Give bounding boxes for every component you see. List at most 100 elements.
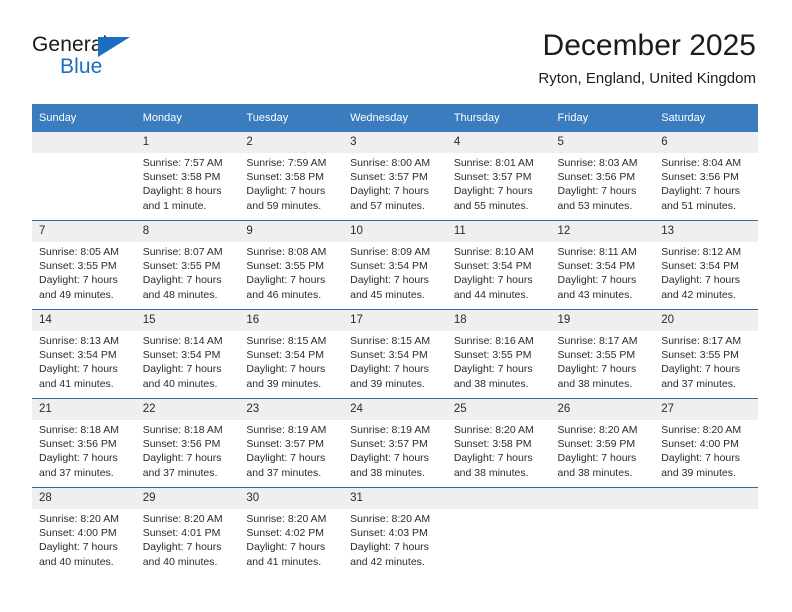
calendar-day-cell[interactable]: 3 Sunrise: 8:00 AM Sunset: 3:57 PM Daylight… bbox=[343, 132, 447, 221]
calendar-day-cell[interactable]: 27 Sunrise: 8:20 AM Sunset: 4:00 PM Dayligh… bbox=[654, 398, 758, 488]
day-details: Sunrise: 8:11 AM Sunset: 3:54 PM Daylight:… bbox=[551, 242, 655, 302]
day-details: Sunrise: 8:20 AM Sunset: 4:02 PM Daylight:… bbox=[239, 509, 343, 569]
calendar-day-cell[interactable]: 28 Sunrise: 8:20 AM Sunset: 4:00 PM Dayligh… bbox=[32, 487, 136, 576]
calendar-day-cell[interactable]: 19 Sunrise: 8:17 AM Sunset: 3:55 PM Dayligh… bbox=[550, 309, 655, 399]
day-detail-line: Daylight: 7 hours bbox=[557, 274, 637, 287]
day-detail-line: and 38 minutes. bbox=[453, 377, 529, 390]
day-number: 17 bbox=[343, 310, 447, 331]
day-detail-line: Daylight: 7 hours bbox=[350, 363, 429, 376]
weekday-header-wednesday: Wednesday bbox=[343, 104, 447, 132]
calendar-day-cell[interactable]: 7 Sunrise: 8:05 AM Sunset: 3:55 PM Daylight… bbox=[32, 220, 136, 310]
weekday-header-monday: Monday bbox=[135, 104, 240, 132]
day-details: Sunrise: 8:14 AM Sunset: 3:54 PM Daylight:… bbox=[136, 331, 240, 391]
day-detail-line: Daylight: 7 hours bbox=[39, 541, 118, 554]
logo-text-general: General bbox=[32, 33, 108, 56]
calendar-day-cell[interactable]: 11 Sunrise: 8:10 AM Sunset: 3:54 PM Dayligh… bbox=[446, 220, 551, 310]
calendar-day-cell[interactable]: 5 Sunrise: 8:03 AM Sunset: 3:56 PM Daylight… bbox=[550, 132, 655, 221]
day-detail-line: Sunrise: 8:03 AM bbox=[557, 157, 638, 169]
calendar-day-cell[interactable]: 30 Sunrise: 8:20 AM Sunset: 4:02 PM Dayligh… bbox=[239, 487, 344, 576]
calendar-day-cell[interactable]: 4 Sunrise: 8:01 AM Sunset: 3:57 PM Daylight… bbox=[446, 132, 551, 221]
day-details bbox=[447, 509, 551, 512]
calendar-day-cell[interactable]: 18 Sunrise: 8:16 AM Sunset: 3:55 PM Dayligh… bbox=[446, 309, 551, 399]
day-number: 6 bbox=[654, 132, 758, 153]
day-detail-line: Daylight: 7 hours bbox=[453, 185, 533, 198]
calendar-day-cell[interactable]: 6 Sunrise: 8:04 AM Sunset: 3:56 PM Daylight… bbox=[654, 132, 758, 221]
calendar-day-cell[interactable]: 1 Sunrise: 7:57 AM Sunset: 3:58 PM Daylight… bbox=[135, 132, 240, 221]
day-detail-line: and 49 minutes. bbox=[39, 288, 114, 301]
day-detail-line: Daylight: 7 hours bbox=[661, 185, 741, 198]
calendar-day-cell[interactable]: 25 Sunrise: 8:20 AM Sunset: 3:58 PM Dayligh… bbox=[446, 398, 551, 488]
day-detail-line: Daylight: 7 hours bbox=[246, 185, 326, 198]
day-number: 27 bbox=[654, 399, 758, 420]
calendar-day-cell[interactable]: 26 Sunrise: 8:20 AM Sunset: 3:59 PM Dayligh… bbox=[550, 398, 655, 488]
day-detail-line: Sunrise: 8:20 AM bbox=[142, 513, 223, 525]
day-detail-line: and 1 minute. bbox=[142, 199, 207, 212]
day-detail-line: and 37 minutes. bbox=[142, 466, 218, 479]
day-detail-line: Daylight: 7 hours bbox=[350, 274, 429, 287]
day-details: Sunrise: 8:17 AM Sunset: 3:55 PM Daylight:… bbox=[551, 331, 655, 391]
day-detail-line: Daylight: 7 hours bbox=[142, 541, 222, 554]
day-detail-line: and 42 minutes. bbox=[350, 555, 425, 568]
day-detail-line: Sunset: 3:57 PM bbox=[350, 171, 428, 184]
calendar-day-cell[interactable]: 16 Sunrise: 8:15 AM Sunset: 3:54 PM Dayligh… bbox=[239, 309, 344, 399]
day-detail-line: and 37 minutes. bbox=[39, 466, 114, 479]
day-detail-line: Sunset: 3:54 PM bbox=[661, 260, 739, 273]
day-detail-line: Sunset: 3:55 PM bbox=[453, 349, 532, 362]
calendar-day-cell[interactable]: 22 Sunrise: 8:18 AM Sunset: 3:56 PM Dayligh… bbox=[135, 398, 240, 488]
calendar-day-cell[interactable]: 31 Sunrise: 8:20 AM Sunset: 4:03 PM Dayligh… bbox=[343, 487, 447, 576]
weekday-header-sunday: Sunday bbox=[32, 104, 136, 132]
calendar-body: 1 Sunrise: 7:57 AM Sunset: 3:58 PM Daylight… bbox=[32, 132, 758, 576]
day-detail-line: Sunset: 3:56 PM bbox=[142, 438, 221, 451]
calendar-day-cell[interactable]: 2 Sunrise: 7:59 AM Sunset: 3:58 PM Daylight… bbox=[239, 132, 344, 221]
day-detail-line: Daylight: 7 hours bbox=[39, 452, 118, 465]
day-number: 14 bbox=[32, 310, 136, 331]
day-detail-line: and 37 minutes. bbox=[246, 466, 322, 479]
day-detail-line: Daylight: 7 hours bbox=[453, 363, 533, 376]
day-detail-line: Sunrise: 8:10 AM bbox=[453, 246, 534, 258]
weekday-header-friday: Friday bbox=[550, 104, 655, 132]
day-detail-line: and 48 minutes. bbox=[142, 288, 218, 301]
calendar-day-cell[interactable]: 24 Sunrise: 8:19 AM Sunset: 3:57 PM Dayligh… bbox=[343, 398, 447, 488]
day-details: Sunrise: 8:20 AM Sunset: 4:00 PM Daylight:… bbox=[32, 509, 136, 569]
day-detail-line: Sunrise: 8:20 AM bbox=[453, 424, 534, 436]
calendar-day-cell[interactable]: 12 Sunrise: 8:11 AM Sunset: 3:54 PM Dayligh… bbox=[550, 220, 655, 310]
day-number: 18 bbox=[446, 310, 551, 331]
day-number: 7 bbox=[32, 221, 136, 242]
calendar-day-cell[interactable]: 20 Sunrise: 8:17 AM Sunset: 3:55 PM Dayligh… bbox=[654, 309, 758, 399]
day-detail-line: Sunrise: 7:57 AM bbox=[142, 157, 223, 169]
day-details: Sunrise: 8:20 AM Sunset: 3:59 PM Daylight:… bbox=[551, 420, 655, 480]
calendar-day-cell[interactable]: 10 Sunrise: 8:09 AM Sunset: 3:54 PM Dayligh… bbox=[343, 220, 447, 310]
day-number bbox=[446, 488, 551, 509]
day-detail-line: Sunrise: 7:59 AM bbox=[246, 157, 327, 169]
day-detail-line: Sunset: 3:57 PM bbox=[453, 171, 532, 184]
day-detail-line: Sunrise: 8:04 AM bbox=[661, 157, 742, 169]
calendar-week-row: 1 Sunrise: 7:57 AM Sunset: 3:58 PM Daylight… bbox=[32, 132, 758, 221]
calendar-day-cell[interactable]: 14 Sunrise: 8:13 AM Sunset: 3:54 PM Dayligh… bbox=[32, 309, 136, 399]
day-detail-line: Sunset: 3:55 PM bbox=[246, 260, 325, 273]
day-detail-line: and 51 minutes. bbox=[661, 199, 736, 212]
calendar-day-cell[interactable]: 17 Sunrise: 8:15 AM Sunset: 3:54 PM Dayligh… bbox=[343, 309, 447, 399]
calendar-day-cell[interactable]: 15 Sunrise: 8:14 AM Sunset: 3:54 PM Dayligh… bbox=[135, 309, 240, 399]
day-detail-line: and 38 minutes. bbox=[453, 466, 529, 479]
calendar-day-cell[interactable]: 9 Sunrise: 8:08 AM Sunset: 3:55 PM Daylight… bbox=[239, 220, 344, 310]
day-detail-line: Daylight: 7 hours bbox=[661, 452, 741, 465]
day-detail-line: and 38 minutes. bbox=[557, 377, 633, 390]
calendar-day-cell[interactable]: 23 Sunrise: 8:19 AM Sunset: 3:57 PM Dayligh… bbox=[239, 398, 344, 488]
day-details: Sunrise: 8:10 AM Sunset: 3:54 PM Daylight:… bbox=[447, 242, 551, 302]
weekday-header-saturday: Saturday bbox=[654, 104, 758, 132]
triangle-flag-icon bbox=[98, 37, 130, 57]
calendar-week-row: 7 Sunrise: 8:05 AM Sunset: 3:55 PM Daylight… bbox=[32, 220, 758, 310]
day-detail-line: Sunset: 4:00 PM bbox=[661, 438, 739, 451]
calendar-day-cell[interactable]: 21 Sunrise: 8:18 AM Sunset: 3:56 PM Dayligh… bbox=[32, 398, 136, 488]
calendar-day-cell[interactable]: 29 Sunrise: 8:20 AM Sunset: 4:01 PM Dayligh… bbox=[135, 487, 240, 576]
day-details: Sunrise: 7:59 AM Sunset: 3:58 PM Daylight:… bbox=[239, 153, 343, 213]
day-detail-line: Sunset: 3:55 PM bbox=[39, 260, 117, 273]
day-details bbox=[551, 509, 655, 512]
calendar-day-cell[interactable]: 8 Sunrise: 8:07 AM Sunset: 3:55 PM Daylight… bbox=[135, 220, 240, 310]
day-details: Sunrise: 8:20 AM Sunset: 4:01 PM Daylight:… bbox=[136, 509, 240, 569]
day-detail-line: and 40 minutes. bbox=[39, 555, 114, 568]
day-detail-line: Sunrise: 8:18 AM bbox=[39, 424, 119, 436]
calendar-day-cell[interactable]: 13 Sunrise: 8:12 AM Sunset: 3:54 PM Dayligh… bbox=[654, 220, 758, 310]
day-detail-line: Sunrise: 8:15 AM bbox=[246, 335, 327, 347]
day-detail-line: Sunset: 3:54 PM bbox=[350, 349, 428, 362]
